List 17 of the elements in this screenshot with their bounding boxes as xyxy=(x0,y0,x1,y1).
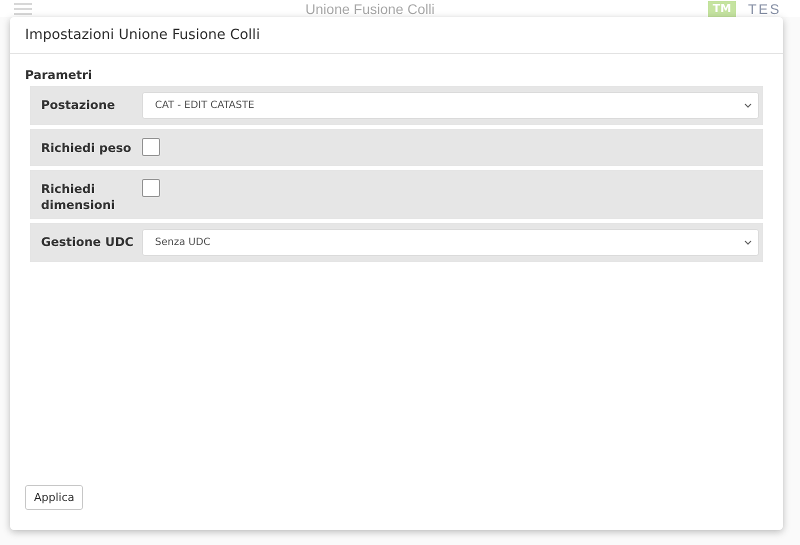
apply-button[interactable]: Applica xyxy=(25,485,84,510)
field-label: Richiedi dimensioni xyxy=(41,181,116,213)
app-title: Unione Fusione Colli xyxy=(304,0,436,16)
dropdown[interactable]: Senza UDC xyxy=(142,229,759,256)
dialog-title: Impostazioni Unione Fusione Colli xyxy=(25,27,260,43)
section-title: Parametri xyxy=(25,68,93,82)
checkbox[interactable] xyxy=(142,179,160,197)
field-label: Postazione xyxy=(41,97,116,113)
dropdown[interactable]: CAT - EDIT CATASTE xyxy=(142,92,759,119)
chevron-icon xyxy=(744,240,752,245)
field-label: Richiedi peso xyxy=(41,140,132,156)
chevron-icon xyxy=(744,103,752,108)
brand-logo: TES xyxy=(748,0,782,16)
checkbox[interactable] xyxy=(142,138,160,156)
logo-badge: TM xyxy=(708,0,736,16)
field-label: Gestione UDC xyxy=(41,234,135,250)
menu-icon[interactable] xyxy=(14,2,32,14)
